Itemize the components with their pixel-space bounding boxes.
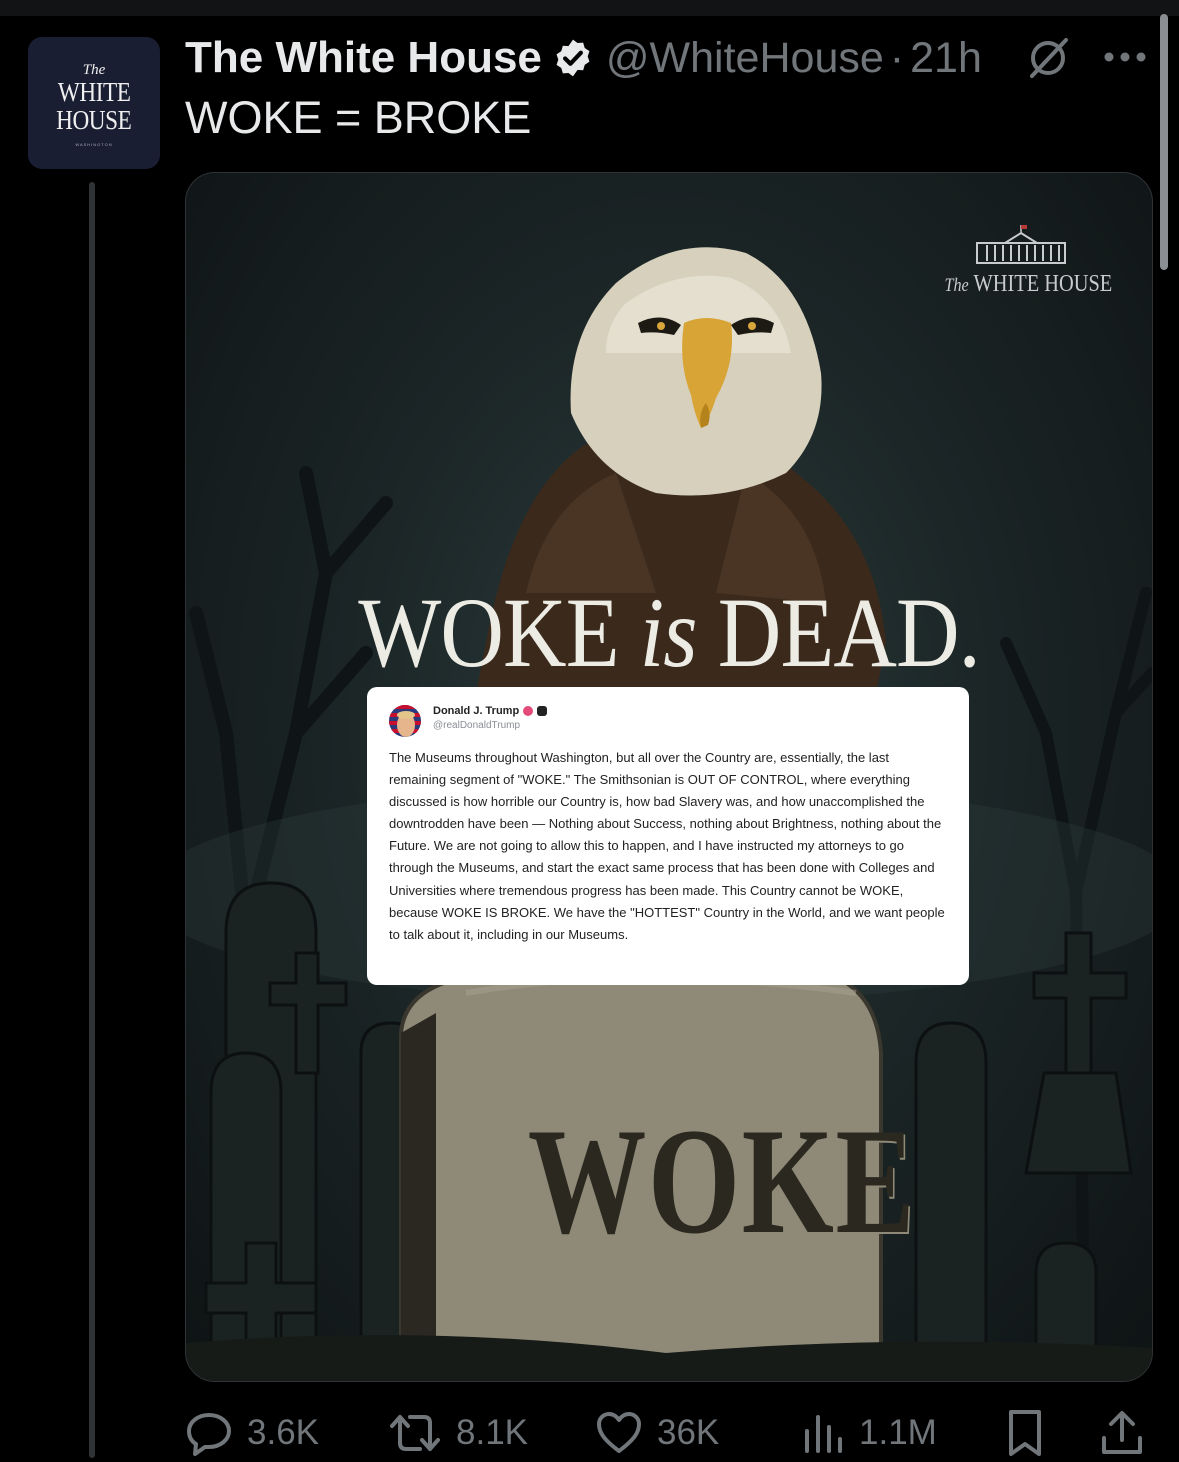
views-button[interactable]: 1.1M	[801, 1404, 937, 1462]
views-icon	[805, 1415, 842, 1453]
headline-dead: DEAD.	[717, 577, 981, 688]
logo-text: WHITE HOUSE	[973, 271, 1113, 297]
share-button[interactable]	[1099, 1404, 1159, 1462]
bookmark-icon	[1009, 1410, 1041, 1456]
avatar-the: The	[82, 62, 106, 78]
timestamp[interactable]: 21h	[910, 34, 982, 83]
post-header: The White House @WhiteHouse · 21h	[185, 30, 982, 86]
image-headline: WOKE is DEAD.	[244, 578, 1094, 688]
post-media-image[interactable]: The WHITE HOUSE WOKE is DEAD. Donald J. …	[185, 172, 1153, 1382]
avatar-washington: WASHINGTON	[75, 142, 113, 147]
avatar[interactable]: The WHITE HOUSE WASHINGTON	[28, 37, 160, 169]
headline-is: is	[639, 577, 698, 688]
like-icon	[597, 1412, 641, 1453]
repost-count: 8.1K	[456, 1413, 528, 1452]
more-icon[interactable]	[1102, 50, 1148, 64]
embedded-post-name: Donald J. Trump	[433, 705, 520, 717]
bookmark-button[interactable]	[1003, 1404, 1061, 1462]
embedded-post-card: Donald J. Trump @realDonaldTrump The Mus…	[367, 687, 969, 985]
action-bar: 3.6K 8.1K 36K 1.1M	[185, 1404, 1151, 1462]
tweet-text: WOKE = BROKE	[185, 92, 532, 143]
display-name[interactable]: The White House	[185, 33, 542, 83]
repost-button[interactable]: 8.1K	[388, 1404, 528, 1462]
top-bar	[0, 0, 1179, 16]
verified-badge-icon	[556, 39, 590, 77]
avatar-white: WHITE	[57, 77, 131, 107]
scrollbar[interactable]	[1160, 14, 1168, 270]
headline-woke: WOKE	[358, 577, 619, 688]
thread-line	[89, 182, 95, 1458]
tombstone-text: WOKE	[527, 1097, 917, 1265]
reply-button[interactable]: 3.6K	[185, 1404, 319, 1462]
avatar-house: HOUSE	[56, 105, 132, 135]
embedded-verified-icon	[523, 706, 534, 716]
like-button[interactable]: 36K	[595, 1404, 719, 1462]
embedded-post-handle: @realDonaldTrump	[433, 720, 521, 731]
embedded-post-body: The Museums throughout Washington, but a…	[389, 750, 945, 942]
reply-icon	[187, 1413, 231, 1456]
embedded-affiliation-icon	[537, 706, 548, 716]
separator-dot: ·	[889, 33, 905, 82]
white-house-building-icon	[976, 225, 1066, 264]
embedded-post-avatar	[389, 705, 421, 737]
handle[interactable]: @WhiteHouse	[606, 34, 884, 83]
grok-icon[interactable]	[1024, 34, 1072, 82]
repost-icon	[390, 1415, 440, 1451]
reply-count: 3.6K	[247, 1413, 319, 1452]
view-count: 1.1M	[859, 1413, 937, 1452]
logo-the: The	[944, 275, 969, 296]
like-count: 36K	[657, 1413, 720, 1452]
share-icon	[1102, 1411, 1142, 1454]
white-house-logo: The WHITE HOUSE	[931, 225, 1113, 298]
